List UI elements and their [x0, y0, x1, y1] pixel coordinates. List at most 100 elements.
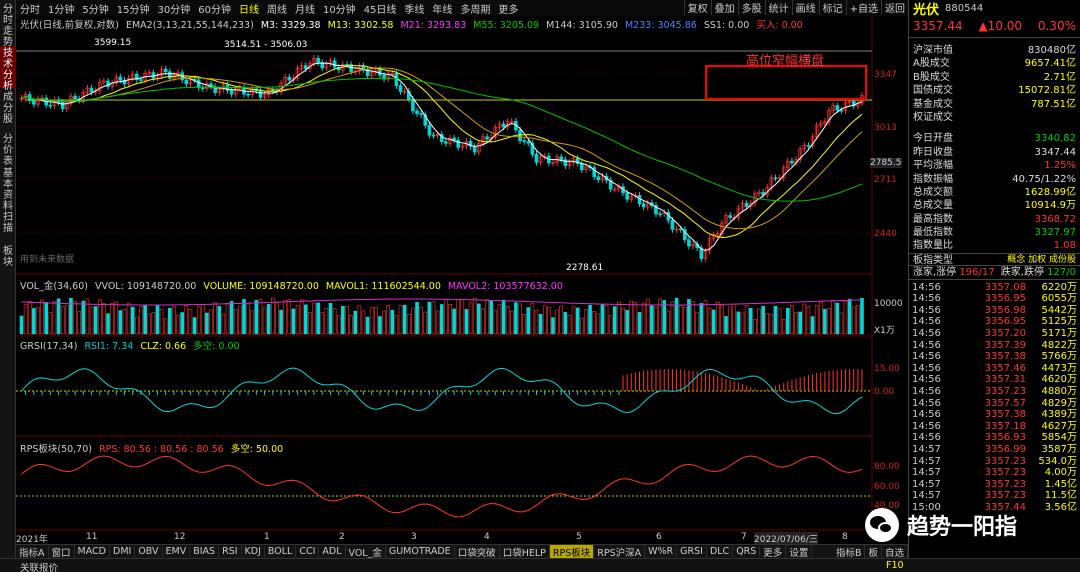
volume-bar: [168, 308, 172, 335]
f10-button[interactable]: F10: [886, 560, 904, 571]
candle: [596, 176, 601, 181]
period-tab[interactable]: 10分钟: [319, 1, 360, 16]
indicator-tab[interactable]: MACD: [75, 546, 110, 557]
period-tab[interactable]: 更多: [494, 1, 522, 16]
volume-bar: [320, 312, 325, 335]
volume-bar: [637, 312, 642, 335]
period-tab[interactable]: 日线: [235, 1, 263, 16]
period-tab[interactable]: 月线: [291, 1, 319, 16]
volume-bar: [584, 309, 588, 335]
board-type-label: 板指类型: [913, 254, 953, 266]
left-tab[interactable]: 基本资料: [0, 166, 16, 212]
indicator-tab[interactable]: DMI: [110, 546, 136, 557]
toolbar-button[interactable]: 叠加: [710, 0, 738, 15]
candle: [378, 68, 382, 76]
info-value: 3368.72: [1034, 213, 1076, 225]
indicator-tab[interactable]: W%R: [645, 546, 678, 557]
tick-row: 14:56 3356.98 5442万: [909, 305, 1080, 317]
volume-bar: [596, 313, 601, 335]
volume-bar: [501, 299, 506, 335]
indicator-tab-right[interactable]: 板: [865, 544, 882, 559]
indicator-tab[interactable]: CCI: [296, 546, 320, 557]
candle: [444, 141, 448, 144]
indicator-tab-right[interactable]: 自选: [882, 544, 908, 559]
volume-bar: [481, 308, 485, 335]
indicator-tab[interactable]: 口袋突破: [455, 544, 500, 559]
volume-bar: [514, 302, 518, 335]
board-type-value[interactable]: 概念 加权 成份股: [1007, 254, 1076, 265]
tick-cell: 14:56: [912, 316, 941, 328]
indicator-tab[interactable]: EMV: [163, 546, 191, 557]
indicator-tab[interactable]: 设置: [786, 544, 813, 559]
toolbar-button[interactable]: 统计: [764, 0, 792, 15]
left-tab[interactable]: 技术分析: [0, 46, 16, 92]
volume-bar: [559, 305, 564, 335]
indicator-tab[interactable]: RPS沪深A: [594, 544, 646, 559]
volume-bar: [60, 306, 65, 335]
indicator-tab[interactable]: OBV: [135, 546, 163, 557]
period-tab[interactable]: 周线: [263, 1, 291, 16]
left-tab[interactable]: 成分股: [0, 90, 16, 130]
indicator-tab[interactable]: GRSI: [677, 546, 707, 557]
indicator-tab[interactable]: VOL_金: [346, 544, 386, 559]
period-tab[interactable]: 季线: [400, 1, 428, 16]
left-tab[interactable]: 分价表: [0, 132, 16, 167]
period-tab[interactable]: 分时: [16, 1, 44, 16]
tick-cell: 4880万: [1041, 385, 1077, 397]
info-key: 沪深市值: [913, 45, 953, 56]
info-row: 昨日收盘 3347.44: [909, 146, 1080, 159]
indicator-tab[interactable]: ADL: [319, 546, 346, 557]
volume-bar: [229, 301, 234, 335]
toolbar-button[interactable]: 多股: [737, 0, 765, 15]
volume-bar: [744, 305, 749, 335]
indicator-tab[interactable]: GUMOTRADE: [386, 546, 455, 557]
tick-row: 14:56 3357.31 4620万: [909, 374, 1080, 386]
tick-list[interactable]: 14:56 3357.08 6220万 14:56 3356.95 6055万 14:56 3…: [909, 280, 1080, 514]
indicator-tab[interactable]: DLC: [707, 546, 734, 557]
period-tab[interactable]: 60分钟: [194, 1, 235, 16]
toolbar-button[interactable]: 返回: [881, 0, 908, 15]
tick-cell: 14:57: [912, 467, 941, 479]
volume-bar: [600, 304, 605, 335]
tick-cell: 14:57: [912, 443, 941, 455]
tick-cell: 3357.23: [984, 490, 1026, 502]
toolbar-button[interactable]: 画线: [791, 0, 819, 15]
toolbar-button[interactable]: 标记: [818, 0, 846, 15]
left-tab[interactable]: 板块: [0, 244, 16, 280]
volume-bar: [23, 304, 28, 335]
period-tab[interactable]: 45日线: [360, 1, 401, 16]
info-value: 830480亿: [1027, 45, 1076, 56]
indicator-tab[interactable]: BIAS: [190, 546, 220, 557]
volume-bar: [522, 314, 526, 335]
period-tab[interactable]: 多周期: [456, 1, 494, 16]
tick-row: 14:56 3356.95 6055万: [909, 293, 1080, 305]
period-tab[interactable]: 30分钟: [153, 1, 194, 16]
tick-row: 14:57 3356.99 3587万: [909, 444, 1080, 456]
tick-row: 14:56 3357.38 5766万: [909, 351, 1080, 363]
date-tick: 5: [576, 532, 582, 542]
period-tab[interactable]: 年线: [428, 1, 456, 16]
volume-bar: [419, 306, 423, 335]
period-tab[interactable]: 15分钟: [113, 1, 154, 16]
indicator-tab[interactable]: RPS板块: [549, 544, 595, 559]
indicator-tab[interactable]: BOLL: [265, 546, 297, 557]
toolbar-button[interactable]: 复权: [683, 0, 711, 15]
period-tab[interactable]: 5分钟: [78, 1, 112, 16]
period-tab[interactable]: 1分钟: [44, 1, 78, 16]
volume-bar: [650, 305, 654, 335]
indicator-tab[interactable]: QRS: [733, 546, 761, 557]
candle: [118, 76, 123, 81]
left-tab[interactable]: 分时走势: [0, 2, 16, 48]
indicator-tab[interactable]: KDJ: [242, 546, 265, 557]
indicator-tab[interactable]: 指标A: [16, 544, 49, 559]
status-text[interactable]: 关联报价: [20, 560, 58, 572]
indicator-tab[interactable]: 更多: [760, 544, 787, 559]
indicator-tab[interactable]: 口袋HELP: [500, 544, 550, 559]
volume-bar: [291, 308, 296, 335]
indicator-tab[interactable]: 窗口: [49, 544, 75, 559]
toolbar-button[interactable]: +自选: [845, 0, 881, 15]
left-tab[interactable]: 扫描: [0, 210, 16, 242]
indicator-tab-right[interactable]: 指标B: [833, 544, 866, 559]
indicator-tab[interactable]: RSI: [219, 546, 242, 557]
volume-bar: [711, 309, 716, 335]
